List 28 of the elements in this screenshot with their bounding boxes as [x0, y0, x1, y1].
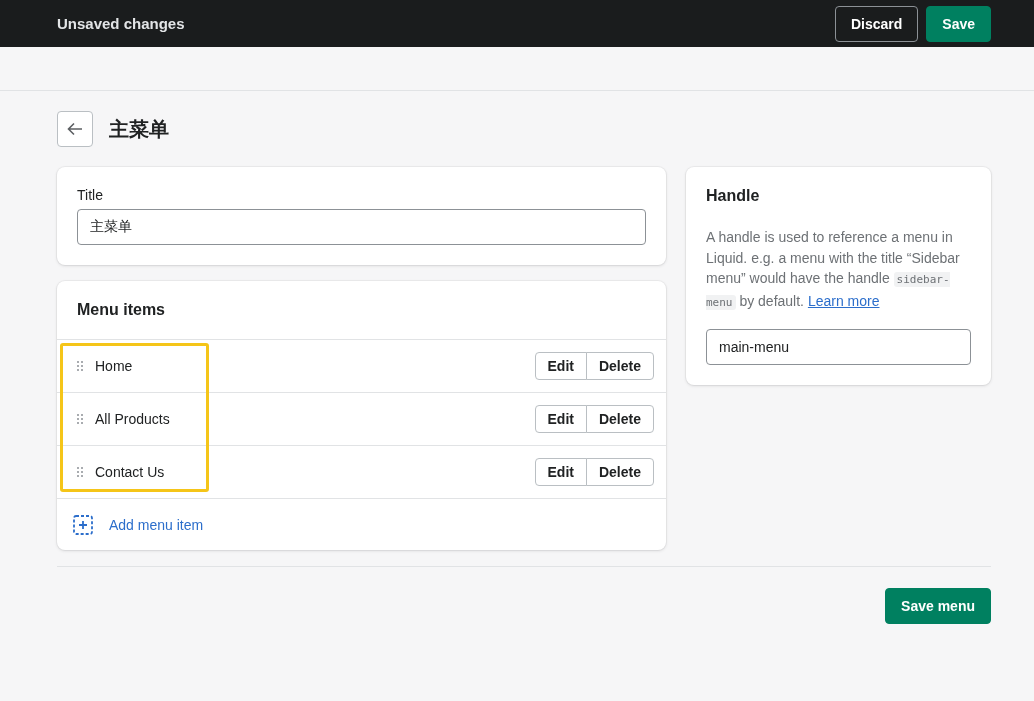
drag-handle-icon[interactable] [77, 467, 83, 477]
back-arrow-icon [67, 122, 83, 136]
drag-handle-icon[interactable] [77, 361, 83, 371]
edit-button[interactable]: Edit [534, 352, 587, 380]
menu-item-name: Home [95, 358, 134, 374]
drag-handle-icon[interactable] [77, 414, 83, 424]
title-input[interactable]: 主菜单 [77, 209, 646, 245]
handle-input[interactable]: main-menu [706, 329, 971, 365]
save-menu-button[interactable]: Save menu [885, 588, 991, 624]
card-title: Menu items [77, 301, 166, 319]
field-label: Title [77, 187, 104, 203]
bar-title: Unsaved changes [57, 15, 185, 32]
back-button[interactable] [57, 111, 93, 147]
delete-button[interactable]: Delete [585, 458, 654, 486]
edit-button[interactable]: Edit [534, 458, 587, 486]
menu-item-name: Contact Us [95, 464, 166, 480]
card-title: Handle [706, 187, 761, 205]
delete-button[interactable]: Delete [585, 352, 654, 380]
add-menu-item-link[interactable]: Add menu item [109, 516, 204, 533]
page-title: 主菜单 [109, 116, 169, 142]
add-icon [73, 514, 93, 535]
delete-button[interactable]: Delete [585, 405, 654, 433]
handle-description: A handle is used to reference a menu in Liquid. e.g. a menu with the title “Sidebar menu” would have the handle sidebar-menu by default. Learn more [706, 228, 961, 312]
learn-more-link[interactable]: Learn more [807, 292, 880, 309]
menu-item-name: All Products [95, 411, 171, 427]
edit-button[interactable]: Edit [534, 405, 587, 433]
discard-button[interactable]: Discard [834, 5, 919, 42]
save-button[interactable]: Save [926, 5, 991, 42]
